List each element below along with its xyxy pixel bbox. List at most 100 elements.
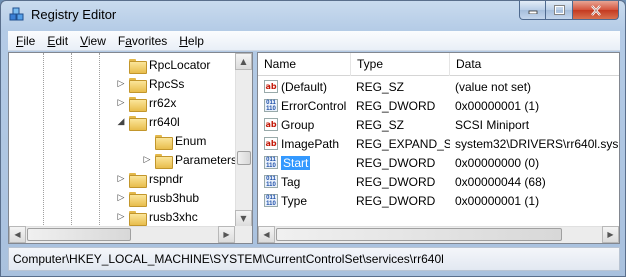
tree-item-label: Parameters <box>175 153 237 167</box>
value-name-cell: 011 110 Type <box>258 194 351 208</box>
open-folder-icon <box>129 115 147 131</box>
value-data: 0x00000001 (1) <box>455 193 540 208</box>
value-type: REG_SZ <box>356 117 405 132</box>
menu-favorites[interactable]: Favorites <box>112 34 173 48</box>
window-title: Registry Editor <box>31 7 117 22</box>
registry-cubes-icon <box>9 7 24 21</box>
tree-item-rr640l[interactable]: ◢ rr640l <box>116 112 180 132</box>
value-type: REG_DWORD <box>356 98 436 113</box>
tree-item[interactable]: Enum <box>142 131 206 151</box>
tree-horizontal-scrollbar[interactable]: ◀ ▶ <box>9 226 235 243</box>
scroll-right-button[interactable]: ▶ <box>218 226 235 243</box>
menu-file-label: ile <box>23 33 36 48</box>
tree-item[interactable]: ▷ Parameters <box>142 150 237 170</box>
menu-file[interactable]: File <box>10 34 41 48</box>
binary-value-icon: 011 110 <box>264 99 278 112</box>
tree-expander[interactable]: ▷ <box>116 98 126 108</box>
tree-item[interactable]: ▷ rr62x <box>116 93 176 113</box>
folder-icon <box>129 77 147 93</box>
value-type: REG_EXPAND_SZ <box>356 136 450 151</box>
folder-icon <box>129 191 147 207</box>
minimize-icon <box>528 10 537 14</box>
tree-guide-line <box>99 53 100 227</box>
tree-expander[interactable]: ▷ <box>116 212 126 222</box>
tree-item[interactable]: RpcLocator <box>116 55 210 75</box>
tree-expander[interactable]: ▷ <box>142 155 152 165</box>
binary-value-icon: 011 110 <box>264 175 278 188</box>
scroll-down-arrow-icon: ▼ <box>240 214 247 223</box>
value-row-type[interactable]: 011 110 Type REG_DWORD 0x00000001 (1) <box>258 191 619 210</box>
folder-icon <box>129 58 147 74</box>
scroll-down-button[interactable]: ▼ <box>235 210 252 227</box>
tree-item[interactable]: ▷ rusb3xhc <box>116 207 198 227</box>
tree-vertical-scrollbar[interactable]: ▲ ▼ <box>235 53 252 227</box>
tree-item-label: rusb3xhc <box>149 210 198 224</box>
column-header-type[interactable]: Type <box>351 53 450 76</box>
value-name: ImagePath <box>281 136 340 151</box>
values-list: ab (Default) REG_SZ (value not set) 011 11… <box>258 77 619 210</box>
value-name: Tag <box>281 174 301 189</box>
value-data: system32\DRIVERS\rr640l.sys <box>455 136 619 151</box>
tree-item-label: rusb3hub <box>149 191 200 205</box>
value-data: SCSI Miniport <box>455 117 530 132</box>
value-type: REG_SZ <box>356 79 405 94</box>
scrollbar-corner <box>235 226 252 243</box>
tree-guide-line <box>43 53 44 227</box>
value-row-imagepath[interactable]: ab ImagePath REG_EXPAND_SZ system32\DRIVE… <box>258 134 619 153</box>
tree-expander[interactable]: ▷ <box>116 193 126 203</box>
maximize-button[interactable] <box>546 1 573 20</box>
value-row-tag[interactable]: 011 110 Tag REG_DWORD 0x00000044 (68) <box>258 172 619 191</box>
value-name-cell: 011 110 ErrorControl <box>258 99 351 113</box>
folder-icon <box>129 172 147 188</box>
menu-edit[interactable]: Edit <box>41 34 74 48</box>
caption-buttons <box>519 1 619 21</box>
value-row-group[interactable]: ab Group REG_SZ SCSI Miniport <box>258 115 619 134</box>
tree-item-label: rspndr <box>149 172 184 186</box>
scrollbar-thumb[interactable] <box>276 228 562 241</box>
folder-icon <box>155 153 173 169</box>
tree-item[interactable]: ▷ RpcSs <box>116 74 184 94</box>
tree-expander[interactable]: ◢ <box>116 117 126 127</box>
menu-view[interactable]: View <box>74 34 112 48</box>
column-header-data[interactable]: Data <box>450 53 619 76</box>
scroll-left-button[interactable]: ◀ <box>9 226 26 243</box>
scroll-right-arrow-icon: ▶ <box>607 230 614 239</box>
scroll-right-button[interactable]: ▶ <box>602 226 619 243</box>
key-tree-pane[interactable]: RpcLocator ▷ RpcSs ▷ rr62x ◢ rr640l Enum <box>8 52 253 244</box>
scroll-left-button[interactable]: ◀ <box>258 226 275 243</box>
tree-item[interactable]: ▷ rspndr <box>116 169 183 189</box>
menu-view-accel: V <box>80 33 88 48</box>
scrollbar-thumb[interactable] <box>237 151 251 165</box>
tree-item-label: RpcLocator <box>149 58 211 72</box>
scrollbar-thumb[interactable] <box>27 228 131 241</box>
list-horizontal-scrollbar[interactable]: ◀ ▶ <box>258 226 619 243</box>
menu-edit-label: dit <box>55 33 69 48</box>
tree-item[interactable]: ▷ rusb3hub <box>116 188 199 208</box>
menu-bar: File Edit View Favorites Help <box>8 31 620 51</box>
column-header-name[interactable]: Name <box>258 53 351 76</box>
string-value-icon: ab <box>264 118 278 131</box>
tree-guide-line <box>71 53 72 227</box>
status-bar-path: Computer\HKEY_LOCAL_MACHINE\SYSTEM\Curre… <box>8 247 620 271</box>
menu-help[interactable]: Help <box>173 34 210 48</box>
scroll-up-button[interactable]: ▲ <box>235 53 252 70</box>
value-data: 0x00000001 (1) <box>455 98 540 113</box>
value-row-start[interactable]: 011 110 Start REG_DWORD 0x00000000 (0) <box>258 153 619 172</box>
values-list-pane[interactable]: Name Type Data ab (Default) REG_SZ (value… <box>257 52 620 244</box>
value-name: (Default) <box>281 79 328 94</box>
scroll-left-arrow-icon: ◀ <box>14 230 21 239</box>
value-row-errorcontrol[interactable]: 011 110 ErrorControl REG_DWORD 0x00000001 … <box>258 96 619 115</box>
value-name: ErrorControl <box>281 98 347 113</box>
minimize-button[interactable] <box>519 1 546 20</box>
menu-help-label: elp <box>187 33 204 48</box>
tree-expander[interactable]: ▷ <box>116 174 126 184</box>
value-name-cell: ab ImagePath <box>258 137 351 151</box>
value-row-default[interactable]: ab (Default) REG_SZ (value not set) <box>258 77 619 96</box>
folder-icon <box>129 210 147 226</box>
registry-editor-window: Registry Editor File Edit View Favorites… <box>0 0 626 277</box>
tree-expander[interactable]: ▷ <box>116 79 126 89</box>
string-value-icon: ab <box>264 80 278 93</box>
value-data: 0x00000000 (0) <box>455 155 540 170</box>
close-button[interactable] <box>573 1 619 20</box>
title-bar[interactable]: Registry Editor <box>1 1 625 29</box>
